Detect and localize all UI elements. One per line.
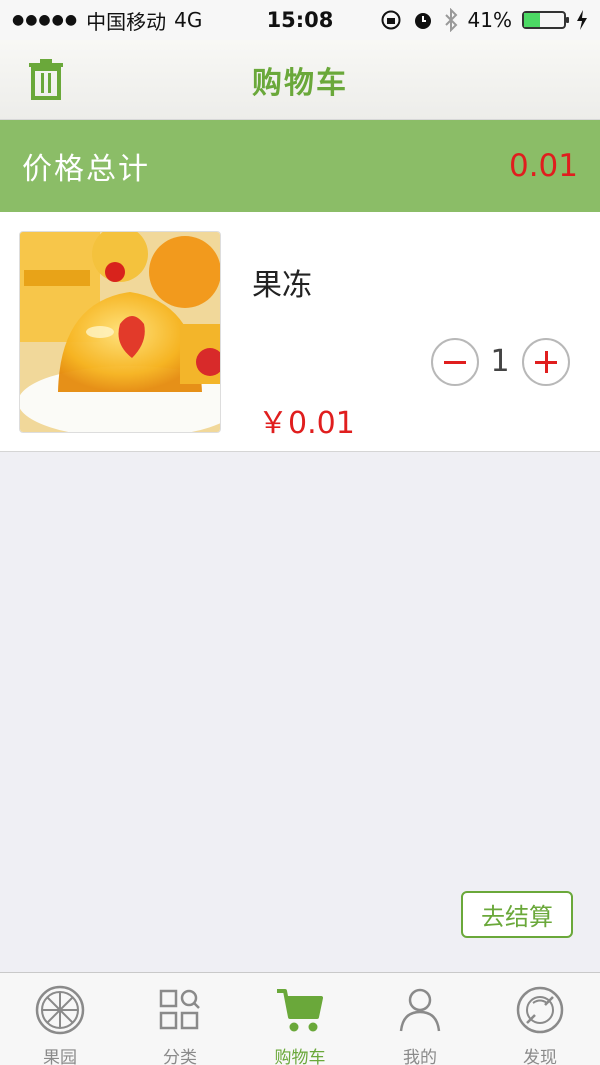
nav-bar: 购物车 [0,40,600,120]
product-price: ￥0.01 [258,406,355,441]
grid-icon [159,989,200,1030]
compass-icon [516,986,564,1034]
price-total-label: 价格总计 [22,152,150,187]
jelly-image-icon [20,232,220,432]
cart-icon [277,989,323,1032]
tab-bar: 果园 分类 购物车 我的 发现 [0,972,600,1065]
tab-orchard[interactable]: 果园 [0,973,120,1065]
person-icon [399,988,441,1032]
trash-icon[interactable] [26,58,66,102]
product-name[interactable]: 果冻 [252,260,312,304]
status-time: 15:08 [266,8,334,32]
product-image[interactable] [19,231,221,433]
checkout-button[interactable]: 去结算 [461,891,573,938]
tab-label: 分类 [163,1048,197,1065]
cart-item: 果冻 1 ￥0.01 [0,212,600,452]
page-title: 购物车 [252,65,348,101]
tab-label: 发现 [523,1048,557,1065]
tab-cart[interactable]: 购物车 [240,973,360,1065]
tab-mine[interactable]: 我的 [360,973,480,1065]
tab-label: 购物车 [274,1048,326,1065]
quantity-value: 1 [490,344,510,379]
decrease-quantity-button[interactable] [431,338,479,386]
tab-discover[interactable]: 发现 [480,973,600,1065]
price-total-value: 0.01 [508,148,578,184]
tab-label: 果园 [43,1048,77,1065]
price-summary-bar: 价格总计 0.01 [0,120,600,212]
tab-label: 我的 [403,1048,437,1065]
battery-icon [522,11,569,29]
battery-level-fill [524,13,541,27]
increase-quantity-button[interactable] [522,338,570,386]
status-bar: ●●●●● 中国移动 4G 15:08 41% [0,0,600,40]
orange-slice-icon [35,985,85,1035]
tab-category[interactable]: 分类 [120,973,240,1065]
